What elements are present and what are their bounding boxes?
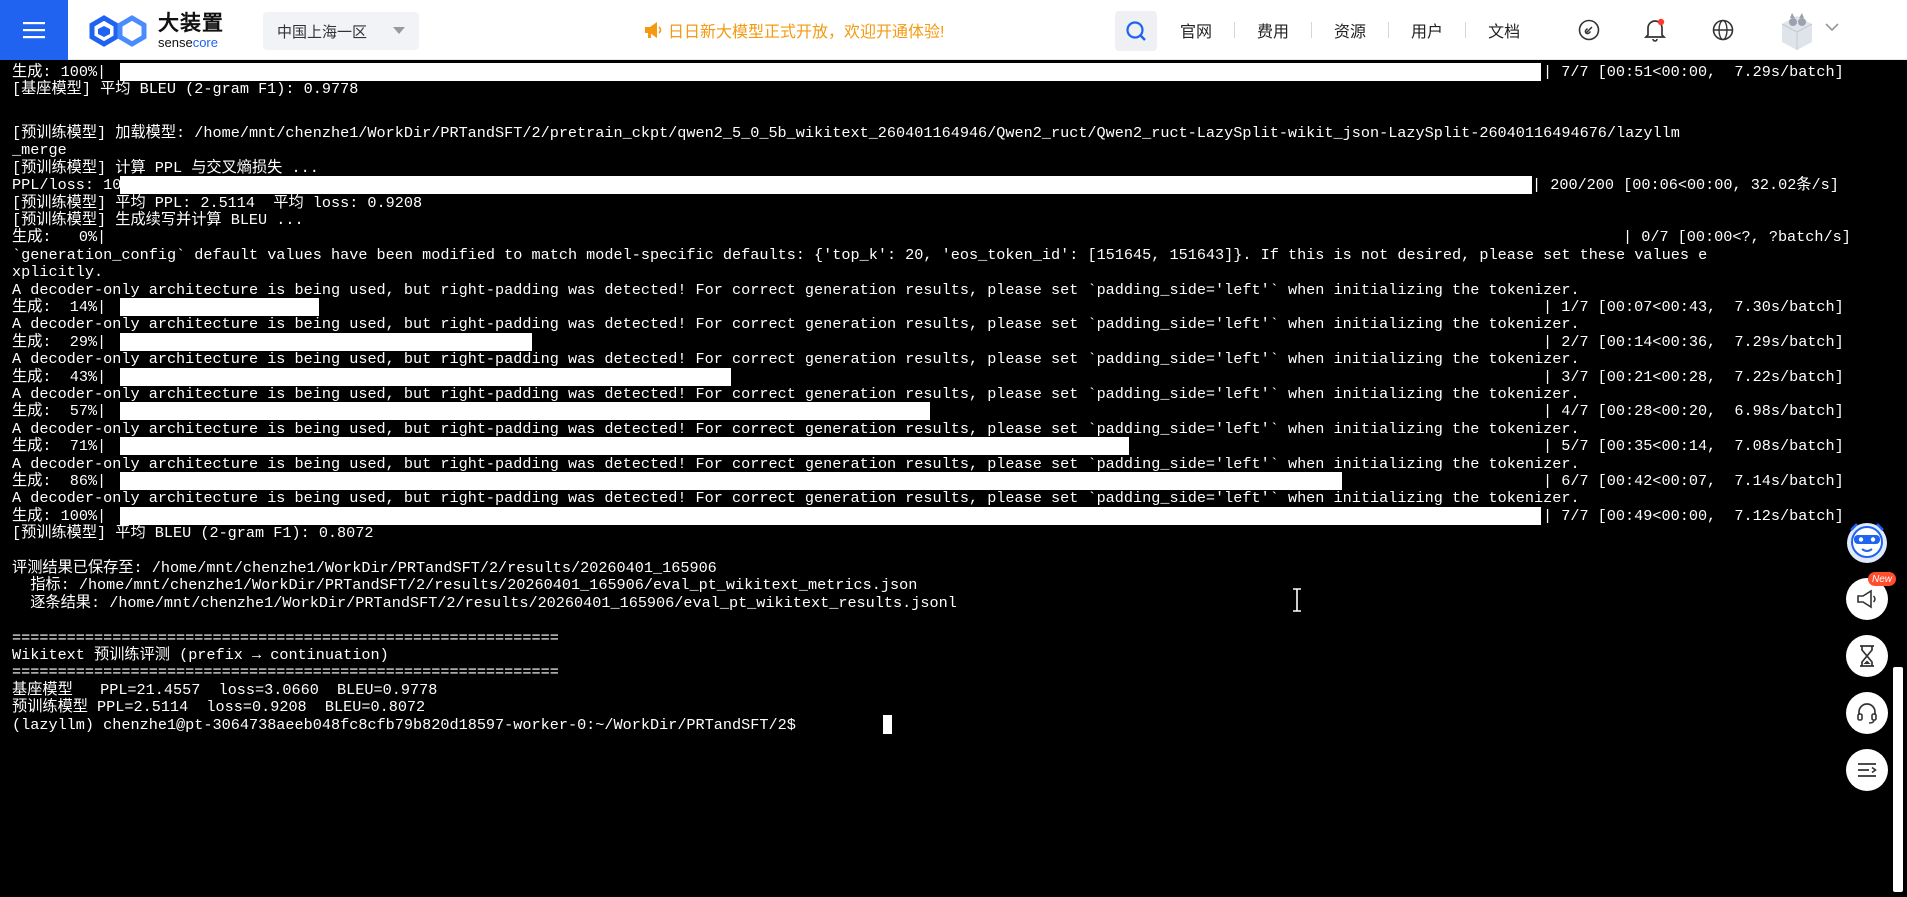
user-avatar[interactable] — [1778, 10, 1816, 50]
headset-icon — [1857, 703, 1877, 724]
progress-bar-fill — [120, 402, 930, 421]
announcement-banner[interactable]: 日日新大模型正式开放，欢迎开通体验! — [643, 18, 944, 42]
support-float-button[interactable] — [1846, 692, 1888, 734]
progress-bar-fill — [120, 437, 1129, 456]
menu-button[interactable] — [0, 0, 68, 60]
new-badge: New — [1868, 572, 1896, 586]
sensecore-logo[interactable]: 大装置 sensecore — [88, 12, 224, 50]
notifications-button[interactable] — [1643, 18, 1667, 42]
progress-bar-fill — [120, 63, 1541, 81]
collapse-menu-icon — [1858, 763, 1877, 777]
link-icon — [1578, 19, 1600, 41]
progress-stats: | 200/200 [00:06<00:00, 32.02条/s] — [1532, 176, 1839, 195]
terminal-line: A decoder-only architecture is being use… — [12, 489, 1580, 508]
terminal-line: [基座模型] 平均 BLEU (2-gram F1): 0.9778 — [12, 80, 359, 99]
terminal-line: [预训练模型] 加载模型: /home/mnt/chenzhe1/WorkDir… — [12, 123, 1680, 142]
progress-stats: | 1/7 [00:07<00:43, 7.30s/batch] — [1543, 297, 1844, 316]
progress-bar-fill — [120, 176, 1532, 195]
progress-stats: | 7/7 [00:51<00:00, 7.29s/batch] — [1543, 63, 1844, 81]
terminal-output[interactable]: 生成: 100%| | 7/7 [00:51<00:00, 7.29s/batch… — [0, 61, 1890, 897]
chevron-down-icon[interactable] — [1825, 23, 1839, 32]
terminal-line: `generation_config` default values have … — [12, 245, 1708, 264]
divider — [1388, 22, 1390, 38]
progress-stats: | 5/7 [00:35<00:14, 7.08s/batch] — [1543, 437, 1844, 456]
terminal-line: A decoder-only architecture is being use… — [12, 419, 1580, 438]
divider — [1234, 22, 1236, 38]
terminal-line: A decoder-only architecture is being use… — [12, 315, 1580, 334]
terminal-line: A decoder-only architecture is being use… — [12, 384, 1580, 403]
progress-bar-fill — [120, 506, 1541, 525]
scrollbar-thumb[interactable] — [1893, 667, 1903, 892]
terminal-line: 逐条结果: /home/mnt/chenzhe1/WorkDir/PRTandS… — [12, 593, 957, 612]
terminal-line: A decoder-only architecture is being use… — [12, 280, 1580, 299]
terminal-line: A decoder-only architecture is being use… — [12, 350, 1580, 369]
hourglass-icon — [1860, 645, 1874, 667]
assistant-mascot-button[interactable] — [1844, 518, 1890, 566]
logo-mark-icon — [89, 15, 147, 47]
timer-float-button[interactable] — [1846, 635, 1888, 677]
progress-stats: | 2/7 [00:14<00:36, 7.29s/batch] — [1543, 332, 1844, 351]
progress-stats: | 3/7 [00:21<00:28, 7.22s/batch] — [1543, 367, 1844, 386]
bell-icon — [1644, 18, 1666, 42]
search-icon — [1126, 21, 1146, 41]
progress-bar-fill — [120, 471, 1343, 490]
nav-link-billing[interactable]: 费用 — [1257, 18, 1289, 42]
nav-link-resources[interactable]: 资源 — [1334, 18, 1366, 42]
search-button[interactable] — [1115, 11, 1157, 51]
top-nav-bar: 大装置 sensecore 中国上海一区 日日新大模型正式开放，欢迎开通体验! … — [0, 0, 1907, 60]
chevron-down-icon — [393, 27, 405, 34]
terminal-line: A decoder-only architecture is being use… — [12, 454, 1580, 473]
progress-bar-fill — [120, 332, 533, 351]
announcement-text: 日日新大模型正式开放，欢迎开通体验! — [668, 24, 945, 41]
region-selector[interactable]: 中国上海一区 — [263, 12, 419, 50]
logo-chinese-text: 大装置 — [158, 12, 224, 35]
nav-link-docs[interactable]: 文档 — [1488, 18, 1520, 42]
progress-stats: | 4/7 [00:28<00:20, 6.98s/batch] — [1543, 402, 1844, 421]
terminal-line: [预训练模型] 平均 BLEU (2-gram F1): 0.8072 — [12, 524, 374, 543]
progress-bar-fill — [120, 367, 732, 386]
avatar-icon — [1781, 13, 1813, 50]
progress-stats: | 6/7 [00:42<00:07, 7.14s/batch] — [1543, 471, 1844, 490]
megaphone-icon — [645, 22, 662, 38]
logo-english-text: sensecore — [158, 35, 218, 50]
mascot-icon — [1847, 523, 1887, 563]
region-label: 中国上海一区 — [277, 23, 368, 41]
divider — [1465, 22, 1467, 38]
globe-icon — [1712, 19, 1734, 41]
menu-icon — [23, 22, 45, 39]
top-nav-links: 官网 费用 资源 用户 文档 — [1180, 0, 1520, 60]
link-button[interactable] — [1577, 18, 1601, 42]
text-cursor-icon — [1293, 588, 1301, 612]
terminal-line: (lazyllm) chenzhe1@pt-3064738aeeb048fc8c… — [12, 715, 805, 734]
shell-cursor — [883, 714, 892, 734]
divider — [1311, 22, 1313, 38]
progress-bar-fill — [120, 297, 319, 316]
megaphone-icon — [1857, 589, 1876, 609]
language-button[interactable] — [1711, 18, 1735, 42]
progress-stats: | 7/7 [00:49<00:00, 7.12s/batch] — [1543, 506, 1844, 525]
nav-link-users[interactable]: 用户 — [1411, 18, 1443, 42]
collapse-float-button[interactable] — [1846, 749, 1888, 791]
nav-link-official-site[interactable]: 官网 — [1180, 18, 1212, 42]
